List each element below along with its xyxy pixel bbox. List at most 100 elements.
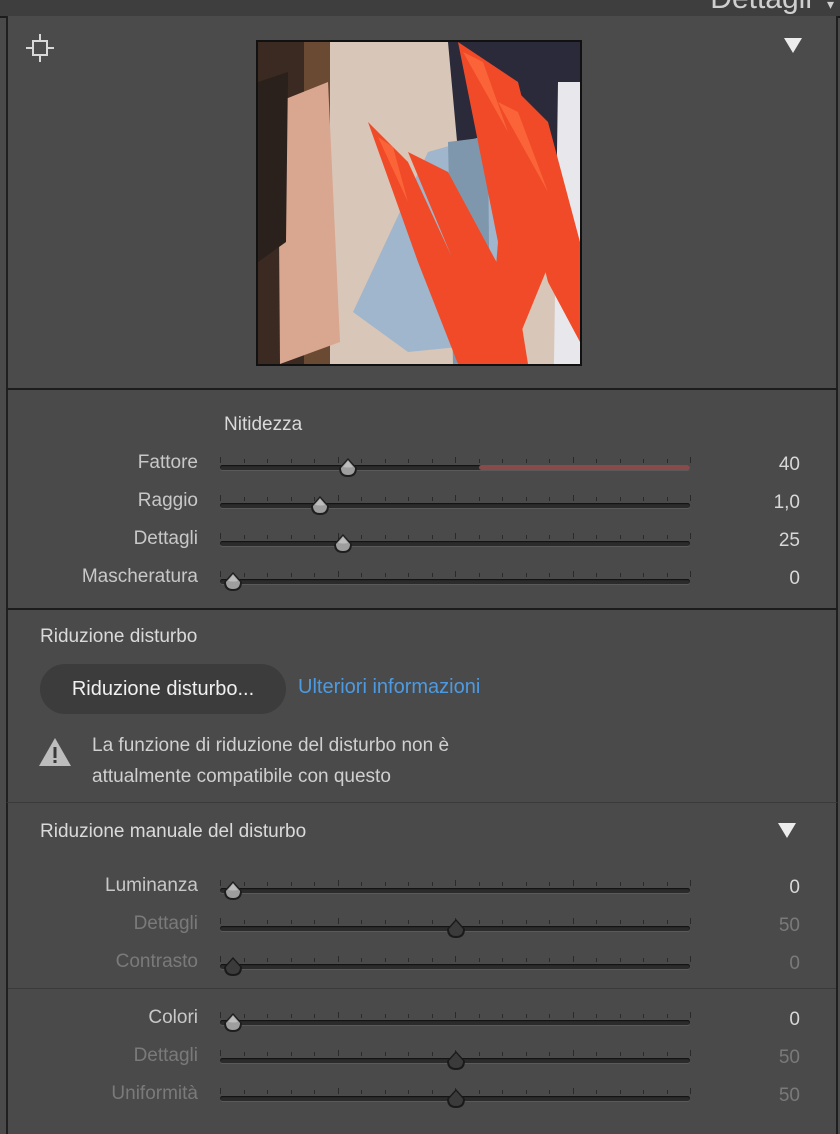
slider-handle[interactable] (445, 918, 465, 940)
slider-tick (314, 1014, 315, 1018)
slider-value[interactable]: 0 (789, 877, 800, 899)
slider-tick (337, 880, 339, 886)
slider-tick (431, 535, 433, 539)
slider-track[interactable] (220, 571, 691, 591)
manual-noise-section: Riduzione manuale del disturbo Luminanza… (6, 803, 838, 1134)
slider-handle[interactable] (337, 457, 357, 479)
slider-tick (290, 882, 292, 886)
slider-handle[interactable] (445, 1050, 465, 1072)
slider-tick (525, 497, 527, 501)
slider-tick (431, 958, 433, 962)
slider-tick (619, 920, 621, 924)
slider-tick (549, 920, 550, 924)
slider-tick (220, 1088, 221, 1094)
slider-tick (361, 920, 362, 924)
slider-tick (478, 459, 480, 463)
slider-handle[interactable] (222, 880, 242, 902)
slider-tick (243, 535, 245, 539)
slider-tick (525, 459, 527, 463)
slider-tick (690, 918, 691, 924)
target-adjust-icon[interactable] (26, 34, 54, 62)
slider-tick (243, 1052, 245, 1056)
slider-tick (502, 573, 503, 577)
slider-tick (572, 533, 574, 539)
slider-tick (267, 882, 268, 886)
slider-tick (549, 1052, 550, 1056)
slider-handle[interactable] (332, 533, 353, 555)
triangle-down-icon[interactable] (778, 823, 796, 838)
slider-tick (408, 958, 409, 962)
slider-tick (290, 1014, 292, 1018)
slider-tick (643, 573, 644, 577)
chevron-down-icon[interactable]: ▾ (827, 0, 834, 13)
slider-tick (220, 533, 221, 539)
slider-tick (243, 920, 245, 924)
slider-value[interactable]: 0 (789, 1009, 800, 1031)
slider-tick (431, 497, 433, 501)
slider-tick (666, 1052, 668, 1056)
slider-tick (478, 1014, 480, 1018)
slider-value[interactable]: 1,0 (774, 492, 800, 514)
slider-tick (549, 1014, 550, 1018)
slider-tick (666, 573, 668, 577)
slider-value[interactable]: 25 (779, 530, 800, 552)
slider-value[interactable]: 50 (779, 1085, 800, 1107)
slider-tick (525, 573, 527, 577)
detail-preview-section (6, 16, 838, 390)
slider-handle[interactable] (445, 1088, 465, 1110)
slider-value[interactable]: 50 (779, 915, 800, 937)
slider-value[interactable]: 0 (789, 953, 800, 975)
noise-reduction-section: Riduzione disturbo Riduzione disturbo...… (6, 610, 838, 803)
slider-tick (455, 880, 456, 886)
slider-tick (643, 882, 644, 886)
triangle-down-icon[interactable] (784, 38, 802, 53)
slider-tick (431, 1052, 433, 1056)
slider-handle[interactable] (222, 1012, 242, 1034)
slider-tick (431, 459, 433, 463)
slider-track[interactable] (220, 1088, 691, 1108)
slider-track[interactable] (220, 457, 691, 477)
slider-tick (267, 535, 268, 539)
slider-tick (596, 920, 597, 924)
slider-handle[interactable] (222, 571, 242, 593)
slider-tick (525, 958, 527, 962)
slider-value[interactable]: 50 (779, 1047, 800, 1069)
slider-tick (220, 1050, 221, 1056)
slider-track[interactable] (220, 1050, 691, 1070)
slider-value[interactable]: 40 (779, 454, 800, 476)
slider-tick (572, 495, 574, 501)
learn-more-link[interactable]: Ulteriori informazioni (298, 676, 480, 699)
slider-tick (690, 1012, 691, 1018)
noise-reduction-title: Riduzione disturbo (40, 626, 198, 647)
slider-tick (549, 958, 550, 962)
slider-tick (572, 1012, 574, 1018)
noise-reduction-button[interactable]: Riduzione disturbo... (40, 664, 286, 714)
slider-tick (290, 1090, 292, 1094)
slider-tick (314, 958, 315, 962)
slider-track[interactable] (220, 533, 691, 553)
slider-track[interactable] (220, 918, 691, 938)
slider-tick (478, 1052, 480, 1056)
slider-label: Luminanza (105, 875, 198, 896)
slider-tick (549, 535, 550, 539)
slider-tick (267, 497, 268, 501)
slider-tick (643, 1052, 644, 1056)
slider-tick (408, 1090, 409, 1094)
slider-tick (502, 882, 503, 886)
slider-track[interactable] (220, 880, 691, 900)
slider-value[interactable]: 0 (789, 568, 800, 590)
slider-tick (361, 573, 362, 577)
slider-track[interactable] (220, 1012, 691, 1032)
slider-track[interactable] (220, 495, 691, 515)
detail-preview-image[interactable] (256, 40, 582, 366)
slider-track[interactable] (220, 956, 691, 976)
slider-warning-fill (478, 465, 690, 470)
slider-tick (314, 459, 315, 463)
slider-tick (643, 497, 644, 501)
slider-tick (314, 573, 315, 577)
slider-handle[interactable] (222, 956, 242, 978)
slider-tick (478, 573, 480, 577)
slider-handle[interactable] (309, 495, 329, 517)
slider-tick (596, 535, 597, 539)
slider-tick (384, 920, 386, 924)
